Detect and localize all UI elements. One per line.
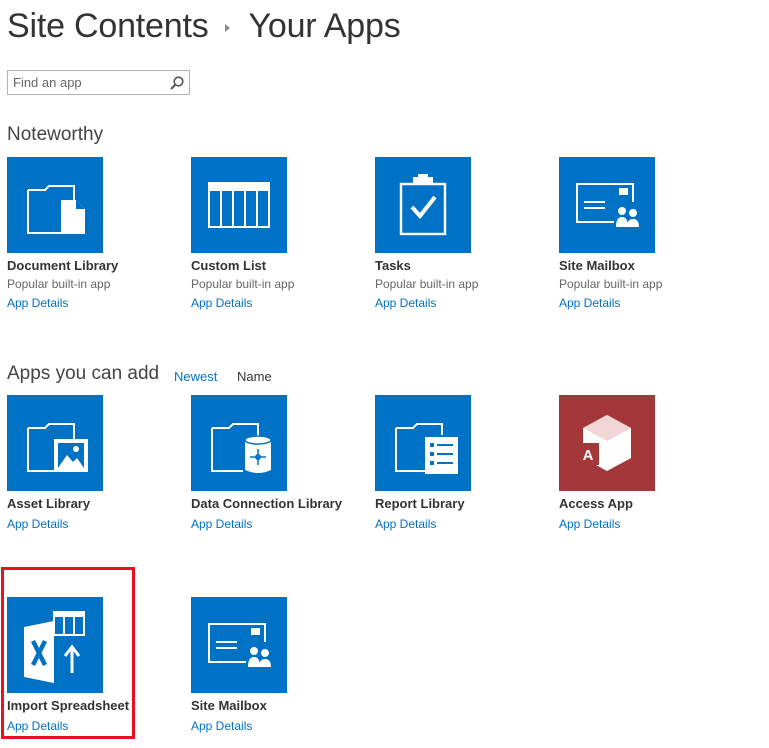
search-icon[interactable] xyxy=(169,75,185,91)
data-connection-library-icon xyxy=(211,423,272,473)
noteworthy-heading: Noteworthy xyxy=(7,124,104,145)
apps-you-can-add-heading: Apps you can add xyxy=(7,363,160,384)
breadcrumb-arrow-icon xyxy=(224,24,230,32)
app-name[interactable]: Report Library xyxy=(375,496,465,511)
app-name[interactable]: Access App xyxy=(559,496,633,511)
app-name[interactable]: Import Spreadsheet xyxy=(7,698,129,713)
tasks-clipboard-icon xyxy=(399,174,447,236)
sort-newest-link[interactable]: Newest xyxy=(174,369,217,384)
app-details-link[interactable]: App Details xyxy=(191,517,252,531)
app-details-link[interactable]: App Details xyxy=(375,517,436,531)
data-connection-library-tile-image[interactable] xyxy=(191,395,287,491)
site-mailbox-tile-image[interactable] xyxy=(191,597,287,693)
access-app-tile-image[interactable]: A xyxy=(559,395,655,491)
import-spreadsheet-tile-image[interactable] xyxy=(7,597,103,693)
search-input[interactable] xyxy=(8,71,176,94)
app-subtitle: Popular built-in app xyxy=(7,277,111,291)
site-mailbox-tile-image[interactable] xyxy=(559,157,655,253)
site-mailbox-icon xyxy=(208,623,276,672)
document-library-tile-image[interactable] xyxy=(7,157,103,253)
page-title: Your Apps xyxy=(248,6,401,45)
document-library-icon xyxy=(27,185,85,234)
app-details-link[interactable]: App Details xyxy=(7,296,68,310)
app-name[interactable]: Site Mailbox xyxy=(559,258,635,273)
access-app-icon: A xyxy=(577,415,631,471)
find-app-search-box xyxy=(7,70,190,95)
custom-list-icon xyxy=(208,182,270,228)
breadcrumb-site-contents[interactable]: Site Contents xyxy=(7,7,209,46)
app-name[interactable]: Data Connection Library xyxy=(191,496,342,511)
asset-library-tile-image[interactable] xyxy=(7,395,103,491)
app-subtitle: Popular built-in app xyxy=(375,277,479,291)
breadcrumb: Site Contents Your Apps xyxy=(7,4,401,48)
app-name[interactable]: Document Library xyxy=(7,258,118,273)
asset-library-icon xyxy=(27,423,88,472)
app-details-link[interactable]: App Details xyxy=(559,517,620,531)
app-details-link[interactable]: App Details xyxy=(559,296,620,310)
app-details-link[interactable]: App Details xyxy=(375,296,436,310)
app-name[interactable]: Asset Library xyxy=(7,496,90,511)
app-details-link[interactable]: App Details xyxy=(7,719,68,733)
app-name[interactable]: Site Mailbox xyxy=(191,698,267,713)
app-details-link[interactable]: App Details xyxy=(191,296,252,310)
import-spreadsheet-icon xyxy=(24,611,85,683)
tasks-tile-image[interactable] xyxy=(375,157,471,253)
app-details-link[interactable]: App Details xyxy=(191,719,252,733)
app-details-link[interactable]: App Details xyxy=(7,517,68,531)
site-mailbox-icon xyxy=(576,183,644,232)
sort-name-link[interactable]: Name xyxy=(237,369,272,384)
svg-text:A: A xyxy=(583,447,594,464)
app-name[interactable]: Tasks xyxy=(375,258,411,273)
app-subtitle: Popular built-in app xyxy=(559,277,663,291)
app-name[interactable]: Custom List xyxy=(191,258,266,273)
report-library-icon xyxy=(395,423,458,474)
custom-list-tile-image[interactable] xyxy=(191,157,287,253)
report-library-tile-image[interactable] xyxy=(375,395,471,491)
app-subtitle: Popular built-in app xyxy=(191,277,295,291)
